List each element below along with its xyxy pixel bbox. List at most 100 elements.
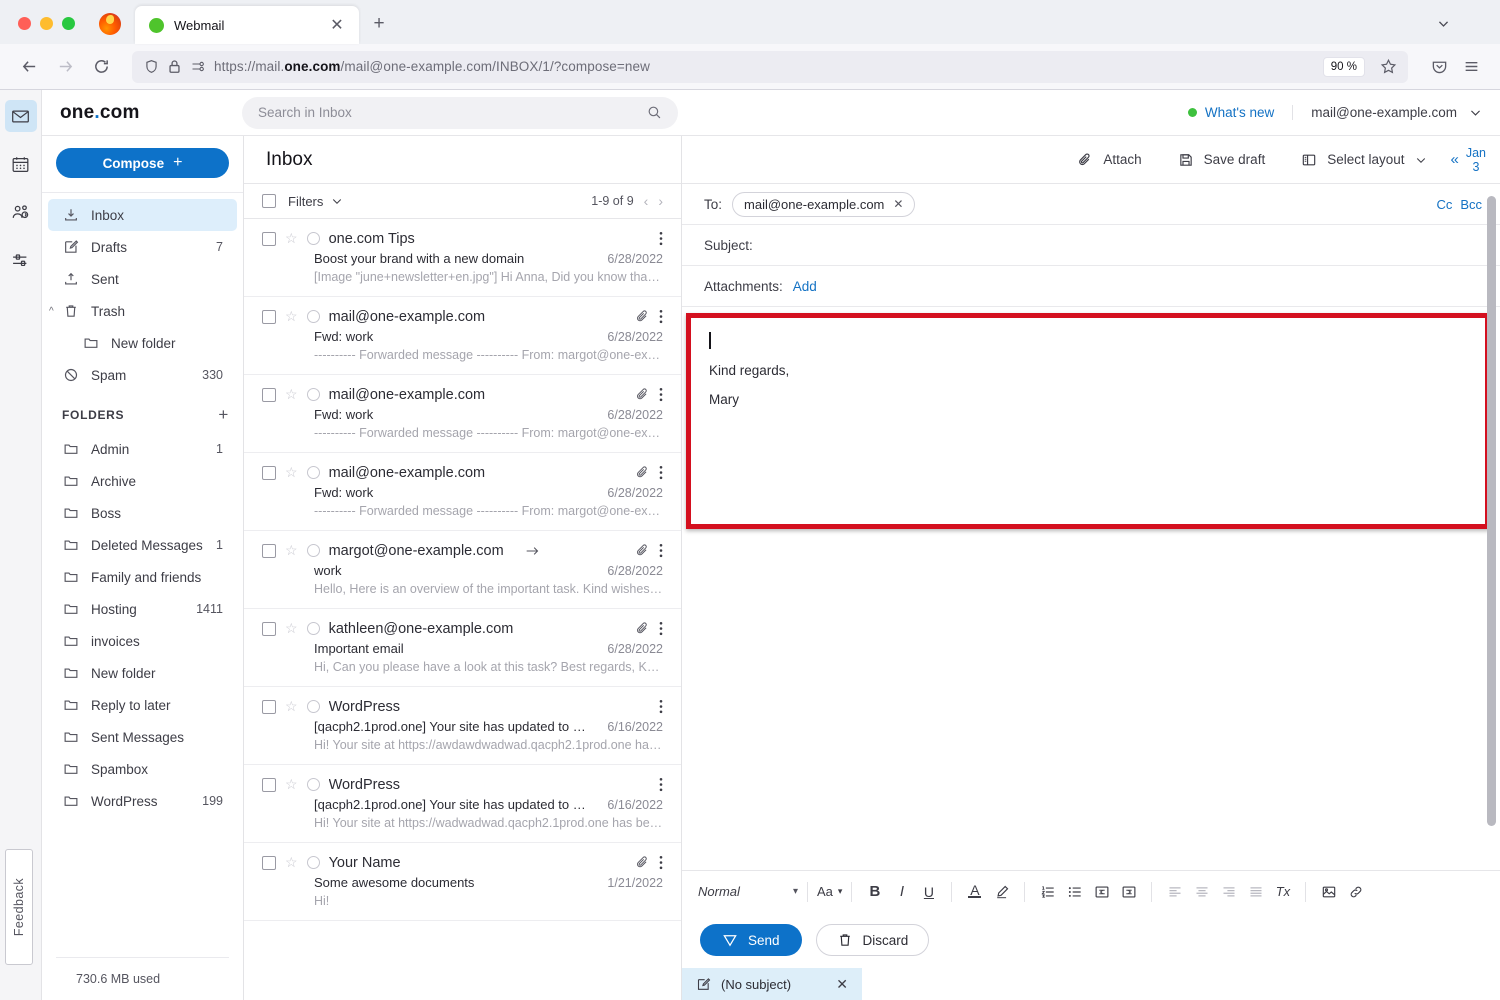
url-text[interactable]: https://mail.one.com/mail@one-example.co…: [214, 59, 1314, 74]
star-icon[interactable]: ☆: [285, 854, 298, 871]
sidebar-item-folder[interactable]: invoices: [48, 625, 237, 657]
message-body-editor[interactable]: Kind regards, Mary: [686, 313, 1490, 529]
align-left-button[interactable]: [1161, 878, 1188, 905]
calendar-day-badge[interactable]: Jan 3: [1466, 146, 1486, 174]
minimize-window-button[interactable]: [40, 17, 53, 30]
clear-format-button[interactable]: Tx: [1269, 878, 1296, 905]
hamburger-menu-icon[interactable]: [1456, 52, 1486, 82]
mail-list-item[interactable]: ☆mail@one-example.comFwd: work6/28/2022-…: [244, 297, 681, 375]
read-status-icon[interactable]: [307, 232, 320, 245]
font-size-button[interactable]: Aa ▾: [817, 878, 842, 905]
whats-new-link[interactable]: What's new: [1188, 105, 1292, 120]
read-status-icon[interactable]: [307, 388, 320, 401]
address-bar[interactable]: https://mail.one.com/mail@one-example.co…: [132, 51, 1408, 83]
cc-button[interactable]: Cc: [1436, 197, 1452, 212]
row-menu-icon[interactable]: [659, 699, 663, 714]
align-justify-button[interactable]: [1242, 878, 1269, 905]
close-window-button[interactable]: [18, 17, 31, 30]
italic-button[interactable]: I: [888, 878, 915, 905]
chevron-down-icon[interactable]: ▾: [793, 886, 798, 897]
attachments-add-button[interactable]: Add: [793, 279, 817, 294]
mail-list-item[interactable]: ☆margot@one-example.comwork6/28/2022Hell…: [244, 531, 681, 609]
account-menu[interactable]: mail@one-example.com: [1292, 105, 1482, 120]
read-status-icon[interactable]: [307, 310, 320, 323]
row-menu-icon[interactable]: [659, 777, 663, 792]
rail-settings-sliders-icon[interactable]: [5, 244, 37, 276]
draft-tab[interactable]: (No subject) ✕: [682, 968, 862, 1000]
star-icon[interactable]: ☆: [285, 308, 298, 325]
rail-mail-icon[interactable]: [5, 100, 37, 132]
outdent-button[interactable]: [1088, 878, 1115, 905]
read-status-icon[interactable]: [307, 700, 320, 713]
read-status-icon[interactable]: [307, 466, 320, 479]
sidebar-item-folder[interactable]: Hosting1411: [48, 593, 237, 625]
tab-close-icon[interactable]: ✕: [325, 13, 349, 37]
star-icon[interactable]: ☆: [285, 620, 298, 637]
recipient-chip[interactable]: mail@one-example.com ✕: [732, 192, 915, 217]
maximize-window-button[interactable]: [62, 17, 75, 30]
subject-row[interactable]: Subject:: [682, 225, 1500, 266]
sidebar-item-folder[interactable]: Sent Messages: [48, 721, 237, 753]
search-box[interactable]: [242, 97, 678, 129]
highlight-button[interactable]: [988, 878, 1015, 905]
back-button[interactable]: [14, 52, 44, 82]
reload-button[interactable]: [86, 52, 116, 82]
send-button[interactable]: Send: [700, 924, 802, 956]
insert-image-button[interactable]: [1315, 878, 1342, 905]
close-draft-icon[interactable]: ✕: [836, 976, 848, 993]
bullet-list-button[interactable]: [1061, 878, 1088, 905]
mail-list-item[interactable]: ☆WordPress[qacph2.1prod.one] Your site h…: [244, 765, 681, 843]
sidebar-item-folder[interactable]: Deleted Messages1: [48, 529, 237, 561]
ordered-list-button[interactable]: [1034, 878, 1061, 905]
sidebar-item-folder[interactable]: Family and friends: [48, 561, 237, 593]
row-checkbox[interactable]: [262, 544, 276, 558]
mail-list-item[interactable]: ☆one.com TipsBoost your brand with a new…: [244, 219, 681, 297]
rail-calendar-icon[interactable]: [5, 148, 37, 180]
read-status-icon[interactable]: [307, 544, 320, 557]
collapse-panel-button[interactable]: « Jan 3: [1445, 146, 1487, 174]
row-checkbox[interactable]: [262, 466, 276, 480]
row-checkbox[interactable]: [262, 700, 276, 714]
read-status-icon[interactable]: [307, 778, 320, 791]
row-checkbox[interactable]: [262, 856, 276, 870]
row-menu-icon[interactable]: [659, 309, 663, 324]
chevron-up-icon[interactable]: ^: [49, 306, 54, 317]
save-draft-button[interactable]: Save draft: [1160, 152, 1284, 168]
compose-button[interactable]: Compose +: [56, 148, 229, 178]
star-icon[interactable]: ☆: [285, 386, 298, 403]
chevron-down-icon[interactable]: [1469, 106, 1482, 119]
compose-scrollbar[interactable]: [1487, 196, 1496, 826]
row-menu-icon[interactable]: [659, 231, 663, 246]
insert-link-button[interactable]: [1342, 878, 1369, 905]
pager-next-button[interactable]: ›: [658, 193, 663, 209]
sidebar-item-inbox[interactable]: Inbox: [48, 199, 237, 231]
row-menu-icon[interactable]: [659, 621, 663, 636]
pocket-save-icon[interactable]: [1424, 52, 1454, 82]
sidebar-item-folder[interactable]: Archive: [48, 465, 237, 497]
sidebar-item-folder[interactable]: New folder: [48, 657, 237, 689]
read-status-icon[interactable]: [307, 622, 320, 635]
sidebar-item-folder[interactable]: Spambox: [48, 753, 237, 785]
bcc-button[interactable]: Bcc: [1460, 197, 1482, 212]
rail-contacts-icon[interactable]: [5, 196, 37, 228]
align-right-button[interactable]: [1215, 878, 1242, 905]
sidebar-item-folder[interactable]: Admin1: [48, 433, 237, 465]
onecom-logo[interactable]: one.com: [60, 102, 240, 124]
row-menu-icon[interactable]: [659, 543, 663, 558]
row-menu-icon[interactable]: [659, 387, 663, 402]
star-icon[interactable]: ☆: [285, 230, 298, 247]
sidebar-item-folder[interactable]: Boss: [48, 497, 237, 529]
attach-button[interactable]: Attach: [1059, 152, 1159, 168]
new-tab-button[interactable]: +: [367, 12, 391, 36]
discard-button[interactable]: Discard: [816, 924, 930, 956]
mail-list-item[interactable]: ☆kathleen@one-example.comImportant email…: [244, 609, 681, 687]
sidebar-item-spam[interactable]: Spam 330: [48, 359, 237, 391]
mail-list-item[interactable]: ☆Your NameSome awesome documents1/21/202…: [244, 843, 681, 921]
feedback-tab[interactable]: Feedback: [5, 849, 33, 965]
zoom-level-badge[interactable]: 90 %: [1323, 57, 1365, 77]
select-layout-button[interactable]: Select layout: [1283, 152, 1444, 168]
star-icon[interactable]: ☆: [285, 542, 298, 559]
paragraph-style-select[interactable]: Normal ▾: [698, 884, 798, 899]
underline-button[interactable]: U: [915, 878, 942, 905]
chevron-down-icon[interactable]: ▾: [838, 886, 843, 897]
